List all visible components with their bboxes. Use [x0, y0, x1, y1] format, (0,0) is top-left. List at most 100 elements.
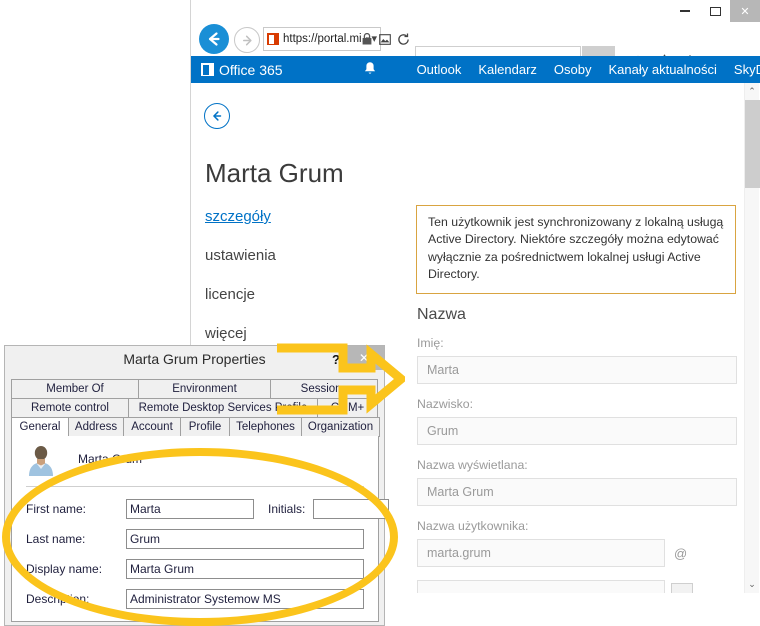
properties-dialog: Marta Grum Properties ? ✕ Member Of Envi… [4, 345, 390, 626]
suite-nav-item-outlook[interactable]: Outlook [417, 62, 462, 77]
page-back-button[interactable] [204, 103, 230, 129]
sync-info-box: Ten użytkownik jest synchronizowany z lo… [416, 205, 736, 294]
description-label: Description: [26, 592, 90, 606]
display-name-input[interactable]: Marta Grum [126, 559, 364, 579]
notifications-bell-icon[interactable] [363, 61, 377, 79]
dialog-divider [26, 486, 364, 487]
dialog-tab-organization[interactable]: Organization [301, 417, 380, 437]
vertical-scrollbar-thumb[interactable] [745, 100, 760, 188]
dialog-tab-profile[interactable]: Profile [180, 417, 230, 437]
refresh-icon[interactable] [394, 27, 412, 51]
browser-forward-button[interactable] [234, 27, 260, 53]
last-name-label: Last name: [26, 532, 86, 546]
lock-icon [358, 27, 376, 51]
field-nazwisko: Nazwisko: [417, 397, 737, 445]
vertical-scrollbar[interactable]: ⌃ ⌄ [744, 83, 760, 593]
dialog-pane-username: Marta Grum [78, 452, 143, 466]
dialog-tab-row-3: General Address Account Profile Telephon… [11, 417, 380, 437]
brand-label: Office 365 [219, 61, 283, 78]
page-back-arrow-icon [213, 111, 222, 121]
dialog-tab-address[interactable]: Address [68, 417, 124, 437]
compatibility-view-icon[interactable] [376, 27, 394, 51]
address-bar-text: https://portal.mi... [283, 33, 364, 45]
page-image-glyph [379, 33, 391, 45]
detail-nav-item-wiecej[interactable]: więcej [205, 325, 276, 342]
lock-glyph [362, 33, 372, 45]
suite-nav-item-kanaly-aktualnosci[interactable]: Kanały aktualności [609, 62, 717, 77]
at-symbol: @ [674, 545, 688, 561]
close-icon: ✕ [740, 5, 750, 18]
window-close-button[interactable]: ✕ [730, 0, 760, 22]
scroll-down-arrow-icon[interactable]: ⌄ [745, 576, 759, 593]
last-name-input[interactable]: Grum [126, 529, 364, 549]
detail-nav-item-licencje[interactable]: licencje [205, 286, 276, 303]
dialog-tab-row-2: Remote control Remote Desktop Services P… [11, 398, 378, 418]
suite-nav: Outlook Kalendarz Osoby Kanały aktualnoś… [417, 62, 760, 77]
dialog-tab-member-of[interactable]: Member Of [11, 379, 139, 399]
dialog-tab-general[interactable]: General [11, 417, 69, 437]
dialog-tab-remote-control[interactable]: Remote control [11, 398, 129, 418]
office-favicon-icon [267, 33, 279, 45]
refresh-glyph [397, 33, 409, 45]
dialog-tab-sessions[interactable]: Sessions [270, 379, 378, 399]
detail-nav-item-szczegoly[interactable]: szczegóły [205, 208, 276, 225]
field-nazwa-wyswietlana-input[interactable] [417, 478, 737, 506]
dialog-help-icon[interactable]: ? [332, 352, 340, 367]
browser-navigation-toolbar: https://portal.mi... ⌕ ▾ Ma [191, 22, 760, 78]
initials-label: Initials: [268, 502, 306, 516]
field-nazwisko-input[interactable] [417, 417, 737, 445]
dialog-tab-com-plus[interactable]: COM+ [317, 398, 378, 418]
dialog-row-display-name: Display name: Marta Grum [26, 558, 364, 580]
office365-brand[interactable]: Office 365 [201, 62, 283, 78]
dialog-close-button[interactable]: ✕ [344, 346, 384, 370]
user-avatar-icon [26, 444, 56, 476]
dialog-row-description: Description: Administrator Systemow MS [26, 588, 364, 610]
forward-arrow-icon [242, 35, 252, 45]
domain-row [417, 580, 737, 593]
browser-titlebar: ✕ [191, 0, 760, 22]
dialog-row-first-name: First name: Marta Initials: [26, 498, 390, 520]
back-arrow-icon [208, 32, 220, 46]
office-logo-icon [201, 63, 214, 76]
suite-nav-item-skydrive[interactable]: SkyD [734, 62, 760, 77]
dialog-titlebar: Marta Grum Properties ? ✕ [5, 346, 384, 375]
field-imie-label: Imię: [417, 336, 444, 350]
dialog-tab-rds-profile[interactable]: Remote Desktop Services Profile [128, 398, 318, 418]
field-imie: Imię: [417, 336, 737, 384]
sync-info-text: Ten użytkownik jest synchronizowany z lo… [428, 215, 724, 282]
dialog-tab-telephones[interactable]: Telephones [229, 417, 302, 437]
description-input[interactable]: Administrator Systemow MS [126, 589, 364, 609]
dialog-general-pane: Marta Grum First name: Marta Initials: L… [11, 436, 390, 622]
office365-suite-bar: Office 365 Outlook Kalendarz Osoby Kanał… [191, 56, 760, 83]
field-nazwisko-label: Nazwisko: [417, 397, 474, 411]
display-name-label: Display name: [26, 562, 103, 576]
dialog-tab-environment[interactable]: Environment [138, 379, 271, 399]
field-domain-input[interactable] [417, 580, 665, 593]
first-name-label: First name: [26, 502, 87, 516]
minimize-icon [680, 10, 690, 12]
initials-input[interactable] [313, 499, 390, 519]
dialog-tab-account[interactable]: Account [123, 417, 181, 437]
domain-dropdown-button[interactable] [671, 583, 693, 593]
field-imie-input[interactable] [417, 356, 737, 384]
field-nazwa-uzytkownika-label: Nazwa użytkownika: [417, 519, 529, 533]
browser-back-button[interactable] [199, 24, 229, 54]
window-maximize-button[interactable] [700, 0, 730, 22]
maximize-icon [709, 6, 721, 16]
window-minimize-button[interactable] [670, 0, 700, 22]
name-form: Imię: Nazwisko: Nazwa wyświetlana: Nazwa… [417, 336, 737, 593]
field-nazwa-wyswietlana: Nazwa wyświetlana: [417, 458, 737, 506]
first-name-input[interactable]: Marta [126, 499, 254, 519]
field-nazwa-uzytkownika-input[interactable] [417, 539, 665, 567]
page-title: Marta Grum [205, 158, 344, 188]
section-heading-nazwa: Nazwa [417, 306, 466, 323]
detail-nav-item-ustawienia[interactable]: ustawienia [205, 247, 276, 264]
suite-nav-item-kalendarz[interactable]: Kalendarz [478, 62, 537, 77]
scroll-up-arrow-icon[interactable]: ⌃ [745, 83, 759, 100]
suite-nav-item-osoby[interactable]: Osoby [554, 62, 592, 77]
detail-nav: szczegóły ustawienia licencje więcej [205, 208, 276, 364]
username-row: @ [417, 539, 737, 567]
field-nazwa-uzytkownika: Nazwa użytkownika: @ [417, 519, 737, 567]
bell-glyph [364, 61, 375, 74]
field-nazwa-wyswietlana-label: Nazwa wyświetlana: [417, 458, 528, 472]
